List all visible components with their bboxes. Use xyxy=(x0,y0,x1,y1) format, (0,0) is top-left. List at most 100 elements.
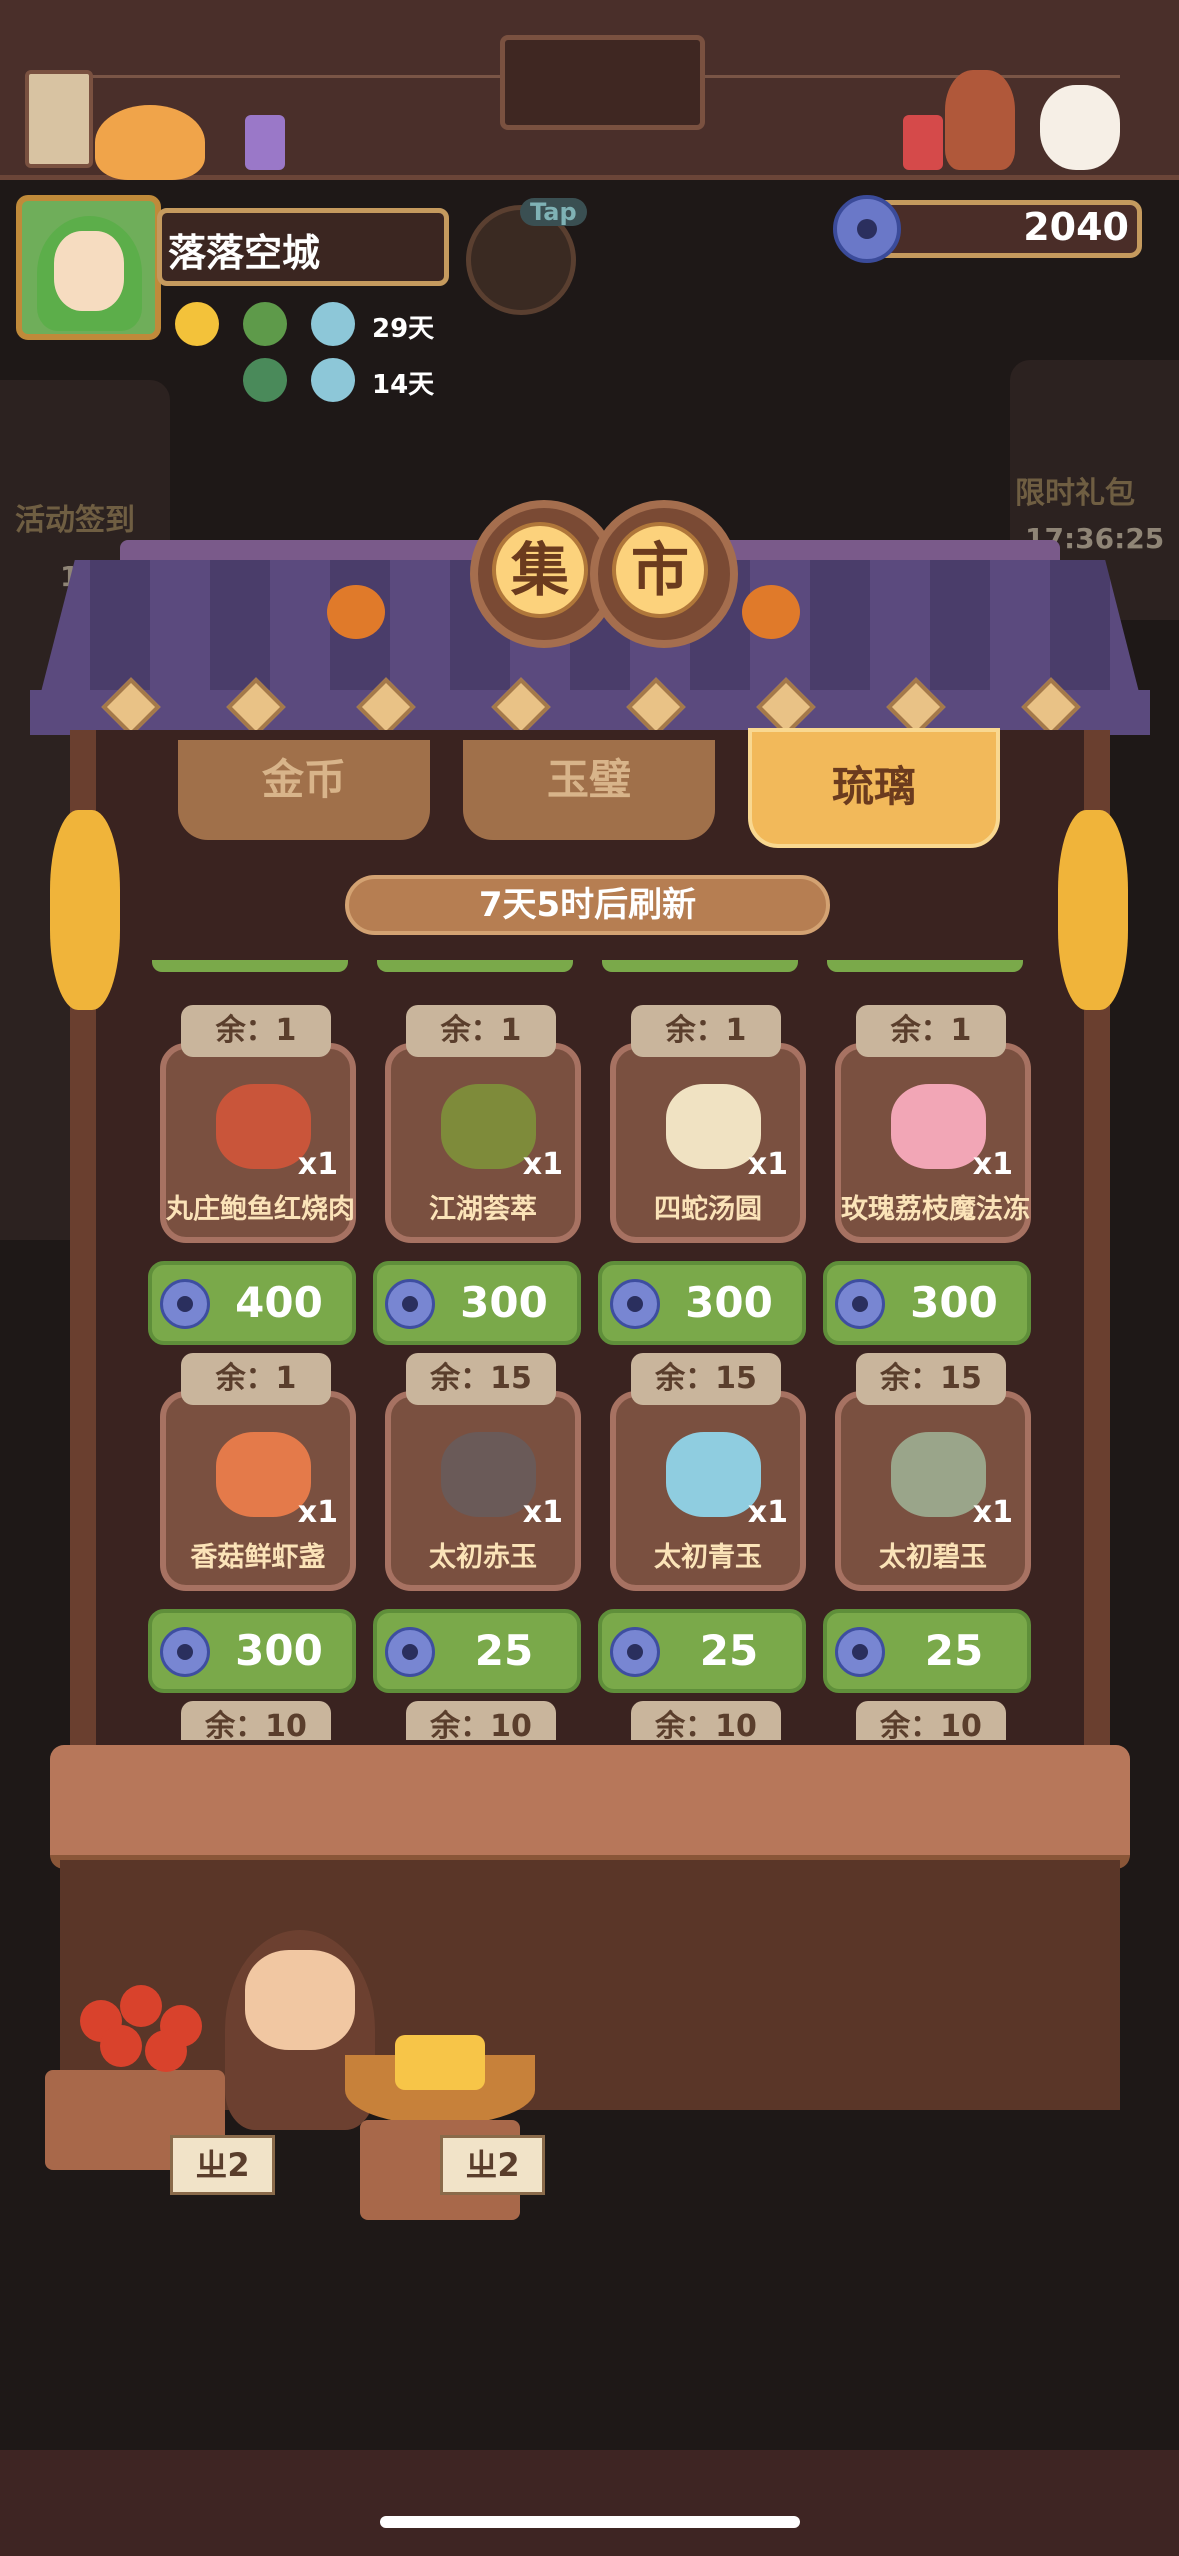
red-lantern-icon xyxy=(903,115,943,170)
glaze-coin-icon xyxy=(610,1279,660,1329)
rose-jelly-icon xyxy=(891,1084,986,1169)
glaze-coin-icon xyxy=(160,1627,210,1677)
buy-button[interactable]: 25 xyxy=(823,1609,1031,1693)
shrimp-cup-icon xyxy=(216,1432,311,1517)
buy-button[interactable]: 300 xyxy=(598,1261,806,1345)
tab-glaze[interactable]: 琉璃 xyxy=(748,728,1000,848)
item-stock: 余：1 xyxy=(181,1353,331,1405)
item-stock: 余：15 xyxy=(856,1353,1006,1405)
market-sign-char-2: 市 xyxy=(612,522,708,618)
glaze-coin-icon xyxy=(610,1627,660,1677)
item-name: 江湖荟萃 xyxy=(429,1194,537,1225)
currency-value: 2040 xyxy=(1023,205,1129,249)
gold-coin-badge-icon[interactable] xyxy=(175,302,219,346)
market-sign-char-1: 集 xyxy=(492,522,588,618)
tap-label: Tap xyxy=(520,198,587,226)
item-grid: x1 丸庄鲍鱼红烧肉 余：1 400 x1 江湖荟萃 余：1 300 x1 四蛇… xyxy=(140,960,1040,1740)
item-name: 太初青玉 xyxy=(654,1542,762,1573)
green-jade-ore-icon xyxy=(891,1432,986,1517)
red-jade-ore-icon xyxy=(441,1432,536,1517)
persimmon-icon xyxy=(742,585,800,639)
home-indicator[interactable] xyxy=(380,2516,800,2528)
item-price: 25 xyxy=(924,1626,984,1675)
price-tag: ㄓ2 xyxy=(440,2135,545,2195)
item-price: 300 xyxy=(910,1278,998,1327)
item-price: 400 xyxy=(235,1278,323,1327)
item-price: 300 xyxy=(685,1278,773,1327)
corn-decoration-icon xyxy=(1058,810,1128,1010)
buy-button[interactable]: 400 xyxy=(148,1261,356,1345)
item-qty: x1 xyxy=(972,1147,1013,1182)
glaze-coin-icon xyxy=(160,1279,210,1329)
item-stock-next-row: 余：10 xyxy=(631,1701,781,1740)
tab-jade[interactable]: 玉璧 xyxy=(463,740,715,840)
item-name: 玫瑰荔枝魔法冻 xyxy=(841,1194,1030,1225)
item-qty: x1 xyxy=(972,1495,1013,1530)
prev-row-button-edge xyxy=(377,960,573,972)
tomato-icon xyxy=(100,2025,142,2067)
item-stock: 余：1 xyxy=(181,1005,331,1057)
item-price: 300 xyxy=(235,1626,323,1675)
item-box[interactable]: x1 太初赤玉 xyxy=(385,1391,581,1591)
item-box[interactable]: x1 丸庄鲍鱼红烧肉 xyxy=(160,1043,356,1243)
item-qty: x1 xyxy=(297,1147,338,1182)
persimmon-icon xyxy=(327,585,385,639)
item-stock-next-row: 余：10 xyxy=(181,1701,331,1740)
bottom-bar xyxy=(0,2450,1179,2556)
white-cat-icon xyxy=(1040,85,1120,170)
tab-gold-coin[interactable]: 金币 xyxy=(178,740,430,840)
prev-row-button-edge xyxy=(602,960,798,972)
item-qty: x1 xyxy=(747,1495,788,1530)
tangyuan-bowl-icon xyxy=(666,1084,761,1169)
gold-ingot-icon xyxy=(395,2035,485,2090)
blue-jade-ore-icon xyxy=(666,1432,761,1517)
item-stock-next-row: 余：10 xyxy=(856,1701,1006,1740)
item-box[interactable]: x1 四蛇汤圆 xyxy=(610,1043,806,1243)
braised-pork-icon xyxy=(216,1084,311,1169)
glaze-coin-icon xyxy=(835,1279,885,1329)
glaze-coin-icon xyxy=(835,1627,885,1677)
item-box[interactable]: x1 太初碧玉 xyxy=(835,1391,1031,1591)
chef-girl-icon xyxy=(945,70,1015,170)
prev-row-button-edge xyxy=(827,960,1023,972)
prev-row-button-edge xyxy=(152,960,348,972)
scroll-buff-badge-icon[interactable] xyxy=(243,358,287,402)
item-box[interactable]: x1 江湖荟萃 xyxy=(385,1043,581,1243)
item-box[interactable]: x1 香菇鲜虾盏 xyxy=(160,1391,356,1591)
item-price: 25 xyxy=(474,1626,534,1675)
purple-lantern-icon xyxy=(245,115,285,170)
item-price: 25 xyxy=(699,1626,759,1675)
buy-button[interactable]: 25 xyxy=(373,1609,581,1693)
price-tag: ㄓ2 xyxy=(170,2135,275,2195)
glaze-coin-icon xyxy=(385,1279,435,1329)
item-stock: 余：15 xyxy=(406,1353,556,1405)
stall-counter xyxy=(50,1745,1130,1869)
item-qty: x1 xyxy=(522,1147,563,1182)
glaze-coin-icon xyxy=(385,1627,435,1677)
item-qty: x1 xyxy=(747,1147,788,1182)
buy-button[interactable]: 300 xyxy=(148,1609,356,1693)
badge-row1-days: 29天 xyxy=(372,314,435,344)
item-name: 四蛇汤圆 xyxy=(654,1194,762,1225)
buy-button[interactable]: 300 xyxy=(823,1261,1031,1345)
dish-buff-badge-icon[interactable] xyxy=(311,302,355,346)
item-box[interactable]: x1 太初青玉 xyxy=(610,1391,806,1591)
item-stock: 余：15 xyxy=(631,1353,781,1405)
badge-row2-days: 14天 xyxy=(372,370,435,400)
glaze-coin-icon xyxy=(833,195,901,263)
player-avatar[interactable] xyxy=(16,195,161,340)
item-stock: 余：1 xyxy=(631,1005,781,1057)
buy-button[interactable]: 300 xyxy=(373,1261,581,1345)
market-sign-right: 市 xyxy=(590,500,738,648)
item-name: 香菇鲜虾盏 xyxy=(190,1542,326,1573)
orange-cat-icon xyxy=(95,105,205,180)
buy-button[interactable]: 25 xyxy=(598,1609,806,1693)
item-box[interactable]: x1 玫瑰荔枝魔法冻 xyxy=(835,1043,1031,1243)
dish-buff-badge-icon-2[interactable] xyxy=(311,358,355,402)
right-event-label[interactable]: 限时礼包 xyxy=(1015,468,1135,512)
item-qty: x1 xyxy=(297,1495,338,1530)
item-qty: x1 xyxy=(522,1495,563,1530)
corn-decoration-icon xyxy=(50,810,120,1010)
green-buff-badge-icon[interactable] xyxy=(243,302,287,346)
left-event-label[interactable]: 活动签到 xyxy=(15,495,135,539)
